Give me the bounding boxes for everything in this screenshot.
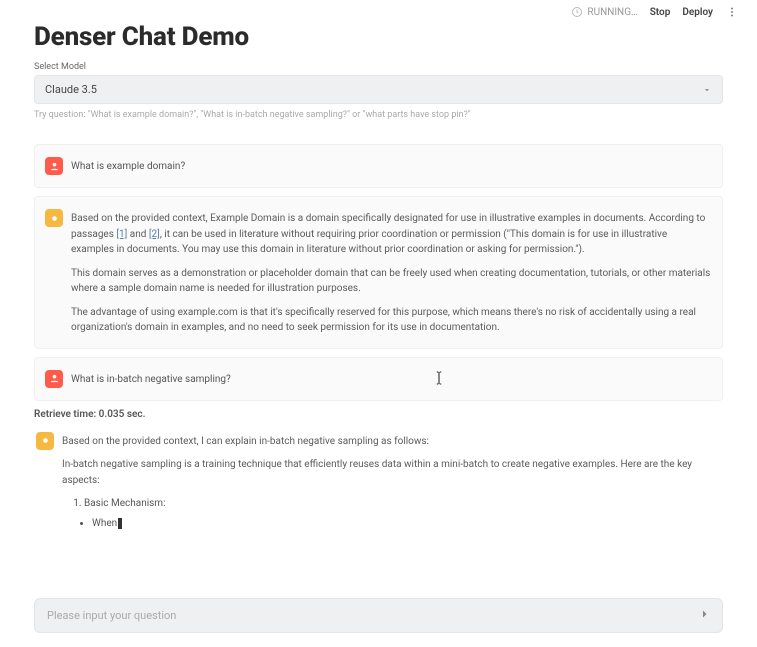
send-icon [696, 607, 710, 621]
topbar: RUNNING… Stop Deploy ⋮ [0, 0, 757, 20]
assistant-message-2-text: Based on the provided context, I can exp… [62, 432, 721, 533]
select-model-label: Select Model [34, 62, 723, 72]
retrieve-time: Retrieve time: 0.035 sec. [34, 409, 723, 420]
kebab-menu-icon[interactable]: ⋮ [725, 7, 739, 18]
assistant-avatar-icon [45, 209, 63, 227]
main-content: Denser Chat Demo Select Model Claude 3.5… [0, 22, 757, 536]
send-button[interactable] [696, 607, 710, 624]
hint-text: Try question: "What is example domain?",… [34, 110, 723, 120]
citation-link-1[interactable]: [1] [116, 229, 127, 240]
assistant-message-1: Based on the provided context, Example D… [45, 205, 712, 340]
assistant-avatar-icon [36, 432, 54, 450]
page-title: Denser Chat Demo [34, 22, 723, 52]
ordered-list: Basic Mechanism: [84, 496, 721, 512]
bullet-list: When [92, 516, 721, 532]
model-select-value: Claude 3.5 [45, 83, 97, 96]
streaming-cursor-icon [118, 518, 122, 529]
chat-input[interactable]: Please input your question [34, 598, 723, 633]
user-message-1: What is example domain? [45, 153, 712, 179]
user-avatar-icon [45, 157, 63, 175]
chat-block-q1: What is example domain? [34, 144, 723, 188]
assistant-message-1-text: Based on the provided context, Example D… [71, 209, 712, 336]
user-message-2: What is in-batch negative sampling? [45, 366, 712, 392]
user-avatar-icon [45, 370, 63, 388]
chat-block-q2: What is in-batch negative sampling? [34, 357, 723, 401]
model-select[interactable]: Claude 3.5 [34, 75, 723, 104]
list-item: Basic Mechanism: [84, 496, 721, 512]
running-label: RUNNING… [587, 7, 637, 18]
chat-block-a1: Based on the provided context, Example D… [34, 196, 723, 349]
user-message-1-text: What is example domain? [71, 157, 185, 175]
chevron-down-icon [702, 85, 712, 95]
deploy-button[interactable]: Deploy [682, 7, 713, 18]
citation-link-2[interactable]: [2] [149, 229, 160, 240]
running-status: RUNNING… [571, 6, 637, 18]
chat-input-placeholder: Please input your question [47, 609, 176, 622]
list-item: When [92, 516, 721, 532]
running-icon [571, 6, 583, 18]
user-message-2-text: What is in-batch negative sampling? [71, 370, 231, 388]
assistant-message-2: Based on the provided context, I can exp… [34, 428, 723, 537]
stop-button[interactable]: Stop [650, 7, 671, 18]
